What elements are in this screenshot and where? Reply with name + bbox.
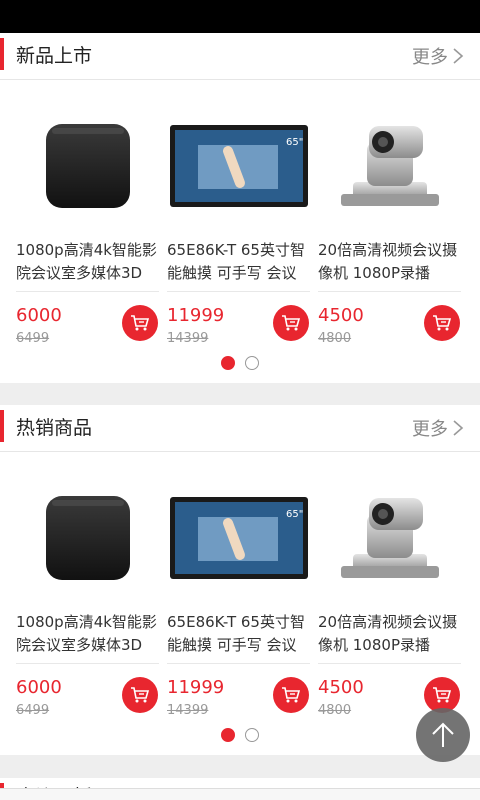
product-name: 20倍高清视频会议摄像机 1080P录播 <box>318 613 458 654</box>
more-label: 更多 <box>412 47 448 68</box>
page-dot-active[interactable] <box>221 356 235 370</box>
product-name: 20倍高清视频会议摄像机 1080P录播 <box>318 241 458 282</box>
original-price: 14399 <box>167 703 209 718</box>
section-title: 新品上市 <box>16 45 93 67</box>
cart-icon <box>282 687 301 703</box>
ptz-camera-icon <box>318 97 461 235</box>
section-title: 热销商品 <box>16 417 93 439</box>
divider <box>167 291 310 292</box>
back-to-top-button[interactable] <box>416 708 470 762</box>
carousel-indicator <box>0 356 480 370</box>
svg-text:65": 65" <box>286 509 303 520</box>
touch-display-icon: 65" <box>167 97 310 235</box>
product-card[interactable]: 1080p高清4k智能影院会议室多媒体3D 6000 6499 <box>16 93 159 373</box>
page-dot-active[interactable] <box>221 728 235 742</box>
add-to-cart-button[interactable] <box>424 305 460 341</box>
original-price: 14399 <box>167 331 209 346</box>
product-name: 1080p高清4k智能影院会议室多媒体3D <box>16 613 157 654</box>
section-accent-bar <box>0 38 4 70</box>
hot-sales-section: 热销商品 更多 1080p高清4k智能影院会议室多媒体3D 6000 6499 … <box>0 405 480 755</box>
cart-icon <box>433 315 452 331</box>
page-dot[interactable] <box>245 728 259 742</box>
product-carousel[interactable]: 1080p高清4k智能影院会议室多媒体3D 6000 6499 65" 65E8… <box>0 465 480 745</box>
more-link[interactable]: 更多 <box>412 415 464 441</box>
more-label: 更多 <box>412 419 448 440</box>
original-price: 6499 <box>16 703 50 718</box>
cart-icon <box>282 315 301 331</box>
cart-icon <box>131 687 150 703</box>
section-accent-bar <box>0 410 4 442</box>
section-header: 新品上市 更多 <box>0 33 480 80</box>
product-price: 11999 <box>167 305 225 326</box>
product-card[interactable]: 20倍高清视频会议摄像机 1080P录播 4500 4800 <box>318 465 461 745</box>
product-price: 4500 <box>318 305 364 326</box>
original-price: 4800 <box>318 331 352 346</box>
product-name: 65E86K-T 65英寸智能触摸 可手写 会议 <box>167 241 305 282</box>
ptz-camera-icon <box>318 469 461 607</box>
original-price: 6499 <box>16 331 50 346</box>
media-box-icon <box>16 97 159 235</box>
original-price: 4800 <box>318 703 352 718</box>
carousel-indicator <box>0 728 480 742</box>
add-to-cart-button[interactable] <box>122 677 158 713</box>
cart-icon <box>433 687 452 703</box>
divider <box>16 663 159 664</box>
page-dot[interactable] <box>245 356 259 370</box>
bottom-navigation[interactable] <box>0 788 480 800</box>
more-link[interactable]: 更多 <box>412 43 464 69</box>
product-carousel[interactable]: 1080p高清4k智能影院会议室多媒体3D 6000 6499 65" 65E8… <box>0 93 480 373</box>
add-to-cart-button[interactable] <box>273 677 309 713</box>
product-card[interactable]: 1080p高清4k智能影院会议室多媒体3D 6000 6499 <box>16 465 159 745</box>
svg-text:65": 65" <box>286 137 303 148</box>
arrow-up-icon <box>432 722 454 747</box>
media-box-icon <box>16 469 159 607</box>
divider <box>16 291 159 292</box>
cart-icon <box>131 315 150 331</box>
divider <box>318 663 461 664</box>
section-header: 热销商品 更多 <box>0 405 480 452</box>
product-name: 1080p高清4k智能影院会议室多媒体3D <box>16 241 157 282</box>
product-price: 6000 <box>16 305 62 326</box>
product-price: 4500 <box>318 677 364 698</box>
divider <box>318 291 461 292</box>
product-card[interactable]: 65" 65E86K-T 65英寸智能触摸 可手写 会议 11999 14399 <box>167 93 310 373</box>
product-card[interactable]: 65" 65E86K-T 65英寸智能触摸 可手写 会议 11999 14399 <box>167 465 310 745</box>
new-arrivals-section: 新品上市 更多 1080p高清4k智能影院会议室多媒体3D 6000 6499 … <box>0 33 480 383</box>
status-bar <box>0 0 480 33</box>
add-to-cart-button[interactable] <box>122 305 158 341</box>
divider <box>167 663 310 664</box>
product-name: 65E86K-T 65英寸智能触摸 可手写 会议 <box>167 613 305 654</box>
chevron-right-icon <box>453 48 464 64</box>
product-card[interactable]: 20倍高清视频会议摄像机 1080P录播 4500 4800 <box>318 93 461 373</box>
product-price: 11999 <box>167 677 225 698</box>
add-to-cart-button[interactable] <box>273 305 309 341</box>
touch-display-icon: 65" <box>167 469 310 607</box>
product-price: 6000 <box>16 677 62 698</box>
chevron-right-icon <box>453 420 464 436</box>
